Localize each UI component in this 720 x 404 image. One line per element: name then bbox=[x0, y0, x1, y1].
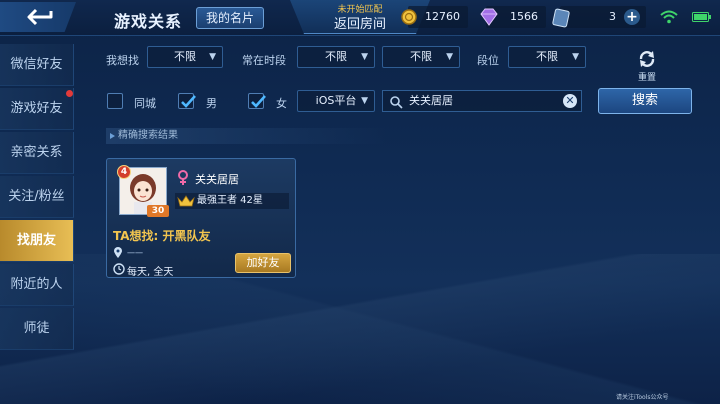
results-section-title: 精确搜索结果 bbox=[106, 128, 386, 144]
search-value: 关关居居 bbox=[409, 94, 453, 107]
time-end-value: 不限 bbox=[410, 50, 432, 63]
location-text: 一一 bbox=[127, 249, 143, 258]
sidebar-item-find-friends[interactable]: 找朋友 bbox=[0, 220, 74, 262]
time-start-value: 不限 bbox=[325, 50, 347, 63]
checkmark-icon bbox=[251, 95, 266, 108]
male-label: 男 bbox=[206, 97, 217, 110]
my-namecard-button[interactable]: 我的名片 bbox=[196, 7, 264, 29]
time-end-dropdown[interactable]: 不限 ▼ bbox=[382, 46, 460, 68]
male-checkbox[interactable] bbox=[178, 93, 196, 109]
location-pin-icon bbox=[114, 247, 122, 258]
chevron-down-icon: ▼ bbox=[361, 52, 368, 62]
active-time-text: 每天, 全天 bbox=[127, 267, 174, 278]
crown-icon bbox=[177, 195, 195, 207]
same-city-checkbox[interactable] bbox=[107, 93, 123, 109]
voucher-icon bbox=[552, 8, 570, 28]
sidebar-item-nearby[interactable]: 附近的人 bbox=[0, 264, 74, 306]
rank-badge: 4 bbox=[117, 165, 131, 179]
battery-icon bbox=[692, 12, 711, 22]
time-label: 常在时段 bbox=[242, 54, 286, 67]
search-icon bbox=[390, 96, 403, 109]
platform-dropdown[interactable]: iOS平台 ▼ bbox=[297, 90, 375, 112]
female-checkbox[interactable] bbox=[248, 93, 266, 109]
want-value: 不限 bbox=[174, 50, 196, 63]
checkmark-icon bbox=[181, 95, 196, 108]
same-city-label: 同城 bbox=[134, 97, 156, 110]
tier-dropdown[interactable]: 不限 ▼ bbox=[508, 46, 586, 68]
rank-row: 最强王者 42星 bbox=[175, 193, 289, 209]
notification-dot bbox=[66, 90, 73, 97]
sidebar-item-intimate[interactable]: 亲密关系 bbox=[0, 132, 74, 174]
add-friend-button[interactable]: 加好友 bbox=[235, 253, 291, 273]
sidebar-item-wechat-friends[interactable]: 微信好友 bbox=[0, 44, 74, 86]
want-dropdown[interactable]: 不限 ▼ bbox=[147, 46, 223, 68]
add-voucher-icon[interactable]: + bbox=[624, 9, 640, 25]
sidebar-item-label: 游戏好友 bbox=[10, 101, 63, 116]
top-bar: 游戏关系 我的名片 未开始匹配 返回房间 12760 1566 3 + bbox=[0, 0, 720, 36]
diamond-counter: 1566 bbox=[480, 6, 546, 28]
voucher-counter: 3 + bbox=[552, 6, 646, 28]
chevron-down-icon: ▼ bbox=[361, 96, 368, 106]
chevron-down-icon: ▼ bbox=[572, 52, 579, 62]
clear-icon[interactable]: ✕ bbox=[563, 94, 577, 108]
gold-counter: 12760 bbox=[401, 6, 468, 28]
chevron-down-icon: ▼ bbox=[446, 52, 453, 62]
back-button[interactable] bbox=[0, 2, 76, 32]
sidebar-item-follow-fans[interactable]: 关注/粉丝 bbox=[0, 176, 74, 218]
chevron-down-icon: ▼ bbox=[209, 52, 216, 62]
clock-icon bbox=[113, 263, 125, 275]
diamond-value: 1566 bbox=[510, 10, 538, 23]
voucher-value: 3 bbox=[609, 10, 616, 23]
coin-icon bbox=[401, 9, 417, 25]
search-button[interactable]: 搜索 bbox=[598, 88, 692, 114]
refresh-icon bbox=[639, 51, 655, 67]
want-label: 我想找 bbox=[106, 54, 139, 67]
female-icon bbox=[178, 170, 188, 185]
page-title: 游戏关系 bbox=[114, 12, 183, 31]
female-label: 女 bbox=[276, 97, 287, 110]
time-start-dropdown[interactable]: 不限 ▼ bbox=[297, 46, 375, 68]
player-name: 关关居居 bbox=[195, 173, 239, 186]
tier-label: 段位 bbox=[477, 54, 499, 67]
search-input[interactable]: 关关居居 ✕ bbox=[382, 90, 582, 112]
sidebar-item-mentor[interactable]: 师徒 bbox=[0, 308, 74, 350]
watermark: 请关注iTools公众号 bbox=[616, 394, 669, 401]
platform-value: iOS平台 bbox=[315, 94, 357, 107]
level-badge: 30 bbox=[147, 205, 169, 217]
tier-value: 不限 bbox=[536, 50, 558, 63]
wants-text: TA想找: 开黑队友 bbox=[113, 229, 211, 243]
sidebar: 微信好友 游戏好友 亲密关系 关注/粉丝 找朋友 附近的人 师徒 bbox=[0, 38, 76, 404]
gold-value: 12760 bbox=[425, 10, 460, 23]
rank-text: 最强王者 42星 bbox=[197, 195, 263, 206]
sidebar-item-game-friends[interactable]: 游戏好友 bbox=[0, 88, 74, 130]
back-icon bbox=[27, 8, 53, 26]
reset-label: 重置 bbox=[637, 73, 656, 83]
reset-button[interactable]: 重置 bbox=[630, 48, 664, 83]
wifi-icon bbox=[660, 10, 678, 24]
diamond-icon bbox=[480, 8, 498, 26]
result-card[interactable]: 4 30 关关居居 最强王者 42星 TA想找: 开黑队友 一一 每天, 全天 … bbox=[106, 158, 296, 278]
